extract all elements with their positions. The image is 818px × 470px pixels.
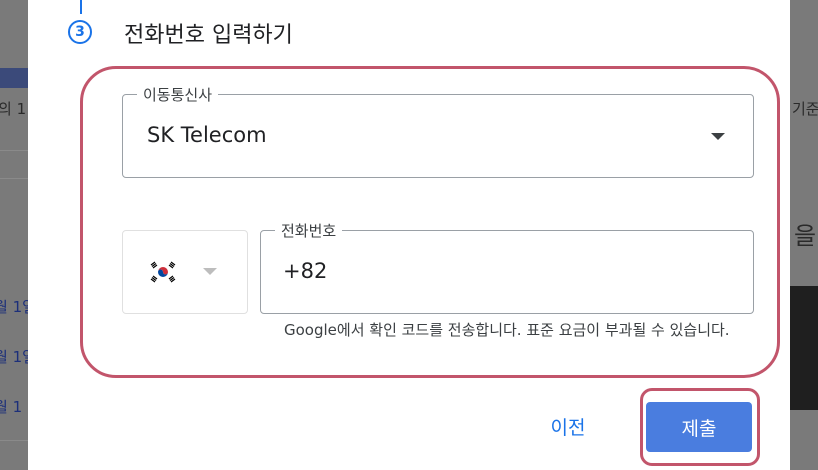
step-title: 전화번호 입력하기 [124, 23, 293, 48]
step-number-badge: 3 [68, 20, 92, 44]
background-link: 월 1 [0, 398, 23, 416]
south-korea-flag-icon [149, 261, 177, 283]
background-text: 의 1 [0, 100, 27, 118]
background-header-band [0, 68, 28, 88]
submit-button[interactable]: 제출 [646, 402, 752, 452]
phone-number-value[interactable]: +82 [283, 259, 327, 283]
carrier-select-label: 이동통신사 [137, 84, 219, 105]
phone-verification-dialog: 3 전화번호 입력하기 이동통신사 SK Telecom 전화번호 +82 Go… [28, 0, 790, 470]
background-divider [0, 150, 28, 151]
phone-number-label: 전화번호 [275, 220, 343, 241]
phone-number-field[interactable]: 전화번호 +82 [260, 220, 754, 314]
carrier-select-value: SK Telecom [147, 123, 267, 147]
carrier-select[interactable]: 이동통신사 SK Telecom [122, 84, 754, 178]
step-connector-line [80, 0, 82, 14]
background-text: 을 [794, 222, 817, 250]
previous-button[interactable]: 이전 [536, 404, 600, 448]
country-code-select[interactable] [122, 230, 248, 314]
sms-charge-notice: Google에서 확인 코드를 전송합니다. 표준 요금이 부과될 수 있습니다… [284, 321, 730, 339]
background-text: 기준 [792, 100, 818, 118]
dropdown-arrow-icon [203, 268, 217, 275]
background-divider [0, 178, 28, 179]
background-divider [0, 440, 28, 441]
background-dark-panel [790, 286, 818, 410]
dropdown-arrow-icon [711, 133, 725, 140]
